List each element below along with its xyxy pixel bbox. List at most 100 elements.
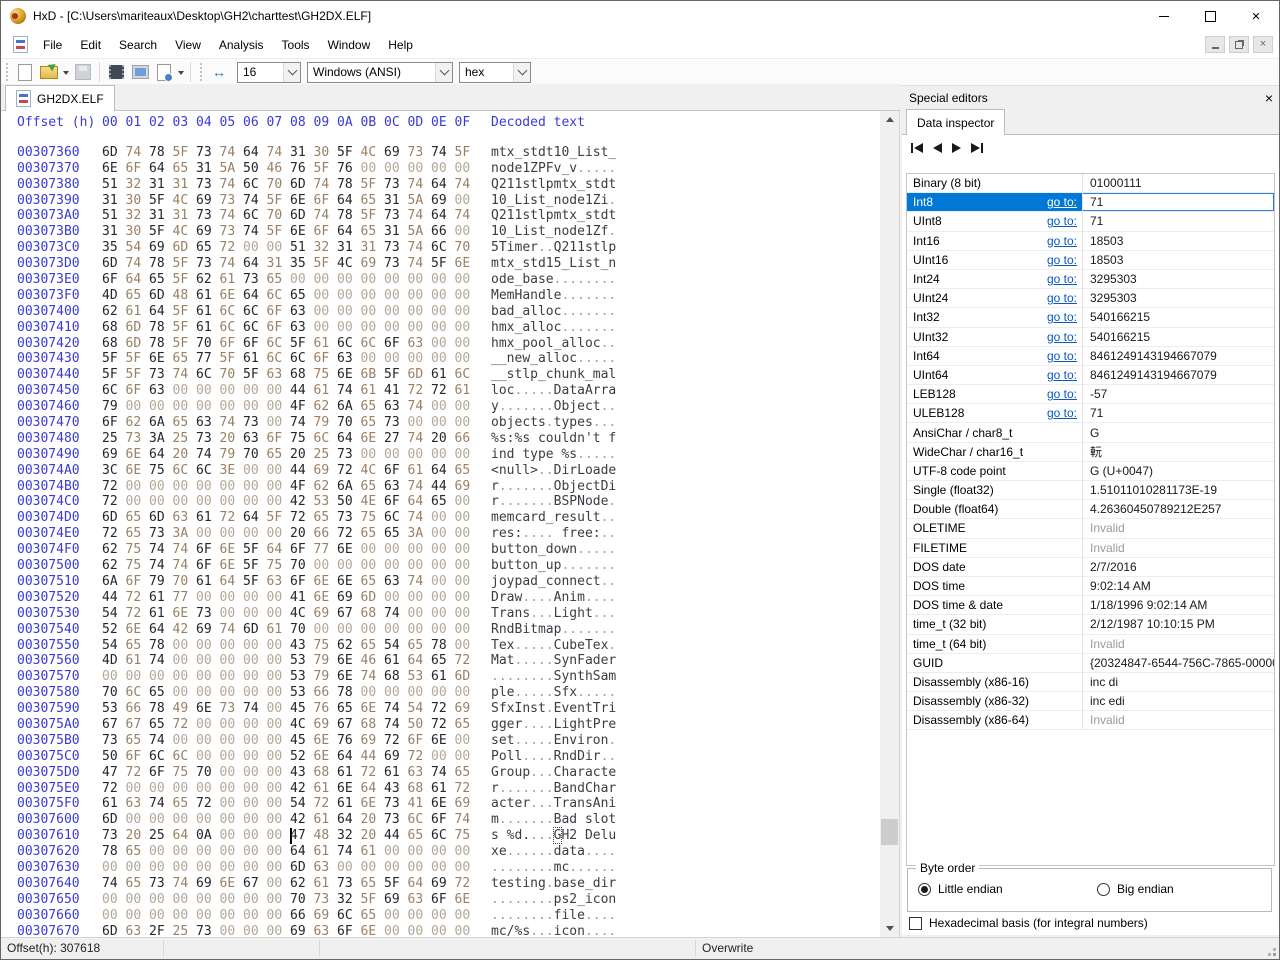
hex-byte[interactable]: 00	[384, 558, 408, 574]
decoded-char[interactable]: .	[522, 860, 530, 875]
hex-byte[interactable]: 00	[196, 590, 220, 606]
decoded-char[interactable]: s	[593, 145, 601, 160]
combo-dropdown-button[interactable]	[435, 63, 452, 82]
decoded-char[interactable]: s	[522, 256, 530, 271]
hex-byte[interactable]: 00	[408, 558, 432, 574]
hex-byte[interactable]: 49	[173, 701, 197, 717]
hex-byte[interactable]: 6E	[431, 796, 455, 812]
decoded-char[interactable]: i	[522, 622, 530, 637]
hex-byte[interactable]: 72	[102, 479, 126, 495]
decoded-char[interactable]: .	[538, 479, 546, 494]
hex-byte[interactable]: 50	[337, 494, 361, 510]
decoded-char[interactable]: S	[593, 669, 601, 684]
decoded-char[interactable]: b	[569, 638, 577, 653]
hex-byte[interactable]: 76	[337, 733, 361, 749]
decoded-char[interactable]: .	[538, 749, 546, 764]
hex-byte[interactable]: 00	[361, 447, 385, 463]
hex-byte[interactable]: 00	[455, 272, 479, 288]
hex-byte[interactable]: 61	[384, 653, 408, 669]
hex-byte[interactable]: 69	[196, 224, 220, 240]
hex-byte[interactable]: 00	[173, 638, 197, 654]
hex-byte[interactable]: 00	[196, 479, 220, 495]
menu-item-edit[interactable]: Edit	[71, 38, 110, 52]
hex-byte[interactable]: 00	[173, 733, 197, 749]
hex-byte[interactable]: 62	[102, 304, 126, 320]
decoded-char[interactable]: c	[593, 765, 601, 780]
hex-byte[interactable]: 00	[455, 399, 479, 415]
decoded-char[interactable]: s	[522, 145, 530, 160]
decoded-char[interactable]: r	[608, 653, 616, 668]
decoded-char[interactable]: .	[546, 796, 554, 811]
hex-byte[interactable]: 6E	[220, 542, 244, 558]
hex-byte[interactable]: 69	[337, 590, 361, 606]
hex-byte[interactable]: 53	[290, 653, 314, 669]
inspector-value[interactable]: Invalid	[1083, 637, 1274, 651]
goto-link[interactable]: go to:	[1047, 330, 1077, 344]
hex-byte[interactable]: 6B	[361, 367, 385, 383]
decoded-char[interactable]: .	[608, 733, 616, 748]
hex-byte[interactable]: 00	[431, 749, 455, 765]
decoded-char[interactable]: .	[491, 892, 499, 907]
decoded-char[interactable]: .	[608, 844, 616, 859]
decoded-char[interactable]: g	[569, 717, 577, 732]
hex-byte[interactable]: 74	[267, 145, 291, 161]
decoded-char[interactable]: a	[499, 304, 507, 319]
hex-byte[interactable]: 00	[337, 320, 361, 336]
decoded-char[interactable]: .	[530, 828, 538, 843]
hex-byte[interactable]: 00	[408, 590, 432, 606]
hex-byte[interactable]: 61	[126, 653, 150, 669]
decoded-char[interactable]: .	[585, 844, 593, 859]
hex-byte[interactable]: 75	[173, 765, 197, 781]
hex-byte[interactable]: 00	[408, 685, 432, 701]
hex-byte[interactable]: 00	[431, 161, 455, 177]
decoded-char[interactable]: .	[585, 622, 593, 637]
hex-byte[interactable]: 42	[173, 622, 197, 638]
decoded-char[interactable]: _	[577, 892, 585, 907]
decoded-char[interactable]: .	[530, 733, 538, 748]
hex-byte[interactable]: 63	[149, 383, 173, 399]
decoded-char[interactable]: t	[522, 447, 530, 462]
decoded-char[interactable]: f	[499, 701, 507, 716]
hex-byte[interactable]: 63	[243, 431, 267, 447]
hex-byte[interactable]: 00	[431, 320, 455, 336]
decoded-char[interactable]: l	[585, 510, 593, 525]
decoded-char[interactable]: n	[530, 288, 538, 303]
inspector-value[interactable]: inc di	[1083, 675, 1274, 689]
hex-byte[interactable]: 20	[173, 447, 197, 463]
decoded-char[interactable]: n	[569, 367, 577, 382]
inspector-value[interactable]: {20324847-6544-756C-7865-00000	[1083, 656, 1274, 670]
hex-byte[interactable]: 00	[455, 288, 479, 304]
hex-byte[interactable]: 00	[173, 383, 197, 399]
decoded-char[interactable]: l	[546, 351, 554, 366]
hex-byte[interactable]: 5F	[361, 208, 385, 224]
hex-byte[interactable]: 65	[126, 526, 150, 542]
hex-byte[interactable]: 64	[337, 224, 361, 240]
hex-byte[interactable]: 65	[267, 447, 291, 463]
hex-byte[interactable]: 6F	[126, 161, 150, 177]
hex-byte[interactable]: 00	[243, 590, 267, 606]
hex-byte[interactable]: 64	[431, 463, 455, 479]
decoded-char[interactable]: m	[499, 320, 507, 335]
decoded-char[interactable]: .	[499, 781, 507, 796]
decoded-char[interactable]: p	[491, 685, 499, 700]
hex-byte[interactable]: 00	[173, 844, 197, 860]
hex-byte[interactable]: 00	[220, 638, 244, 654]
decoded-char[interactable]: t	[530, 622, 538, 637]
hex-byte[interactable]: 69	[314, 463, 338, 479]
hex-byte[interactable]: 00	[196, 860, 220, 876]
hex-byte[interactable]: 00	[243, 892, 267, 908]
hex-byte[interactable]: 31	[361, 240, 385, 256]
hex-byte[interactable]: 64	[149, 622, 173, 638]
hex-byte[interactable]: 63	[314, 924, 338, 937]
hex-byte[interactable]: 73	[149, 367, 173, 383]
hex-byte[interactable]: 64	[243, 510, 267, 526]
decoded-char[interactable]: .	[538, 240, 546, 255]
hex-byte[interactable]: 6D	[290, 177, 314, 193]
hex-byte[interactable]: 63	[267, 367, 291, 383]
hex-byte[interactable]: 00	[173, 479, 197, 495]
inspector-row[interactable]: AnsiChar / char8_tG	[907, 423, 1274, 442]
hex-byte[interactable]: 00	[220, 828, 244, 844]
hex-byte[interactable]: 00	[384, 288, 408, 304]
decoded-char[interactable]: t	[585, 701, 593, 716]
decoded-char[interactable]: x	[491, 844, 499, 859]
